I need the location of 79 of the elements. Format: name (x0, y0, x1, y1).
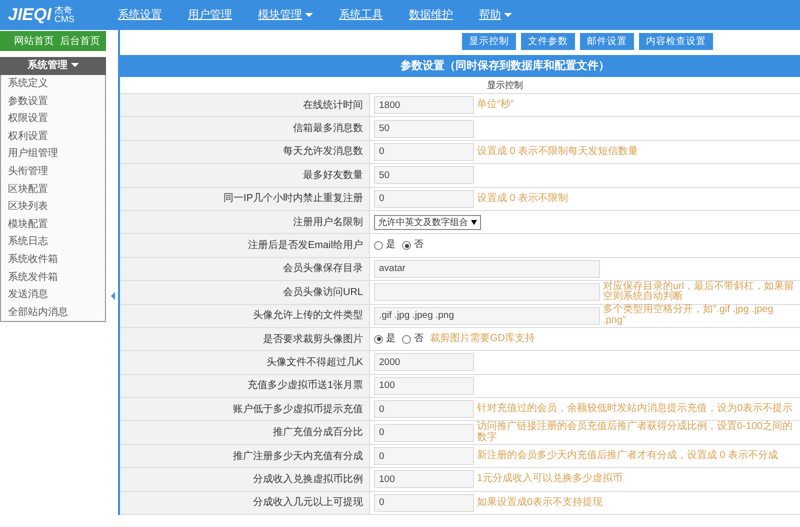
hint-text: 新注册的会员多少天内充值后推广者才有分成，设置成 0 表示不分成 (477, 450, 780, 462)
field-label: 信箱最多消息数 (120, 117, 370, 140)
radio-label: 否 (414, 238, 424, 252)
hint-text: 访问推广链接注册的会员充值后推广者获得分成比例，设置0-100之间的数字 (477, 422, 794, 444)
sidebar-item[interactable]: 头衔管理 (1, 162, 105, 181)
hint-text: 裁剪图片需要GD库支持 (430, 334, 536, 344)
field-label: 账户低于多少虚拟币提示充值 (120, 398, 370, 420)
sidebar-item[interactable]: 参数设置 (1, 92, 105, 110)
radio-button[interactable] (374, 241, 383, 250)
field-label: 最多好友数量 (120, 164, 370, 187)
input-field[interactable]: .gif .jpg .jpeg .png (374, 306, 600, 325)
radio-label: 是 (386, 238, 396, 252)
sidebar-section-header[interactable]: 系统管理 (0, 57, 106, 75)
radio-button[interactable] (374, 334, 383, 344)
caret-icon (70, 63, 78, 68)
sidebar-item[interactable]: 系统定义 (1, 75, 105, 93)
logo-subtext: 杰奇 (54, 6, 74, 15)
field-label: 头像文件不得超过几K (120, 351, 370, 374)
field-label: 注册后是否发Email给用户 (120, 234, 370, 257)
sidebar-item[interactable]: 系统发件箱 (1, 268, 105, 286)
radio-label: 是 (386, 332, 396, 346)
hint-text: 针对充值过的会员，余额较低时发站内消息提示充值，设为0表示不提示 (477, 404, 794, 415)
hint-text: 设置成 0 表示不限制每天发短信数量 (477, 146, 640, 158)
sidebar-item[interactable]: 权限设置 (1, 110, 105, 128)
field-label: 推广注册多少天内充值有分成 (120, 444, 370, 468)
field-label: 会员头像访问URL (120, 281, 370, 304)
input-field[interactable] (374, 283, 600, 302)
caret-icon (471, 220, 477, 225)
hint-text: 设置成 0 表示不限制 (477, 194, 570, 204)
sidebar-item[interactable]: 区块配置 (1, 180, 105, 198)
field-label: 会员头像保存目录 (120, 258, 370, 280)
input-field[interactable]: 0 (374, 447, 474, 466)
sidebar-item[interactable]: 系统日志 (1, 233, 105, 251)
input-field[interactable]: 0 (374, 190, 474, 208)
sidebar-item[interactable]: 模块配置 (1, 216, 105, 234)
hint-text: 1元分成收入可以兑换多少虚拟币 (477, 474, 624, 485)
field-label: 在线统计时间 (120, 94, 370, 116)
sidebar-item[interactable]: 发送消息 (1, 286, 105, 304)
input-field[interactable]: 100 (374, 376, 474, 395)
field-label: 是否要求裁剪头像图片 (120, 328, 370, 350)
field-label: 同一IP几个小时内禁止重复注册 (120, 188, 370, 210)
input-field[interactable]: 2000 (374, 353, 474, 372)
field-label: 头像允许上传的文件类型 (120, 304, 370, 327)
quick-link[interactable]: 网站首页 (14, 34, 54, 48)
sidebar-item[interactable]: 全部站内消息 (1, 304, 105, 322)
select-dropdown[interactable]: 允许中英文及数字组合 (374, 214, 481, 230)
hint-text: 如果设置成0表示不支持提现 (477, 498, 604, 508)
radio-label: 否 (414, 332, 424, 346)
radio-button[interactable] (402, 241, 411, 250)
field-label: 充值多少虚拟币送1张月票 (120, 374, 370, 398)
input-field[interactable]: 50 (374, 120, 474, 138)
field-label: 分成收入兑换虚拟币比例 (120, 468, 370, 491)
hint-text: 对应保存目录的url，最后不带斜杠，如果留空则系统自动判断 (603, 282, 796, 303)
collapse-arrow-icon[interactable] (111, 292, 115, 300)
input-field[interactable]: 0 (374, 400, 474, 418)
radio-button[interactable] (402, 334, 411, 344)
hint-text: 单位“秒” (477, 100, 515, 110)
logo-text: JIEQI (8, 4, 52, 26)
quick-link[interactable]: 后台首页 (60, 34, 100, 48)
hint-text: 多个类型用空格分开，如".gif .jpg .jpeg .png" (603, 305, 774, 326)
input-field[interactable]: 1800 (374, 96, 474, 114)
caret-icon (504, 12, 512, 17)
input-field[interactable]: avatar (374, 260, 600, 278)
panel-title: 参数设置（同时保存到数据库和配置文件） (120, 55, 800, 77)
input-field[interactable]: 100 (374, 470, 474, 488)
logo-subtext: CMS (54, 15, 74, 24)
sidebar-item[interactable]: 区块列表 (1, 198, 105, 216)
field-label: 注册用户名限制 (120, 210, 370, 234)
input-field[interactable]: 0 (374, 494, 474, 512)
input-field[interactable]: 50 (374, 166, 474, 184)
caret-icon (305, 12, 313, 17)
sidebar-item[interactable]: 系统收件箱 (1, 250, 105, 269)
sidebar-item[interactable]: 权利设置 (1, 128, 105, 146)
sidebar-item[interactable]: 用户组管理 (1, 145, 105, 163)
field-label: 每天允许发消息数 (120, 140, 370, 164)
input-field[interactable]: 0 (374, 424, 474, 442)
field-label: 推广充值分成百分比 (120, 421, 370, 444)
input-field[interactable]: 0 (374, 142, 474, 161)
field-label: 分成收入几元以上可提现 (120, 492, 370, 514)
